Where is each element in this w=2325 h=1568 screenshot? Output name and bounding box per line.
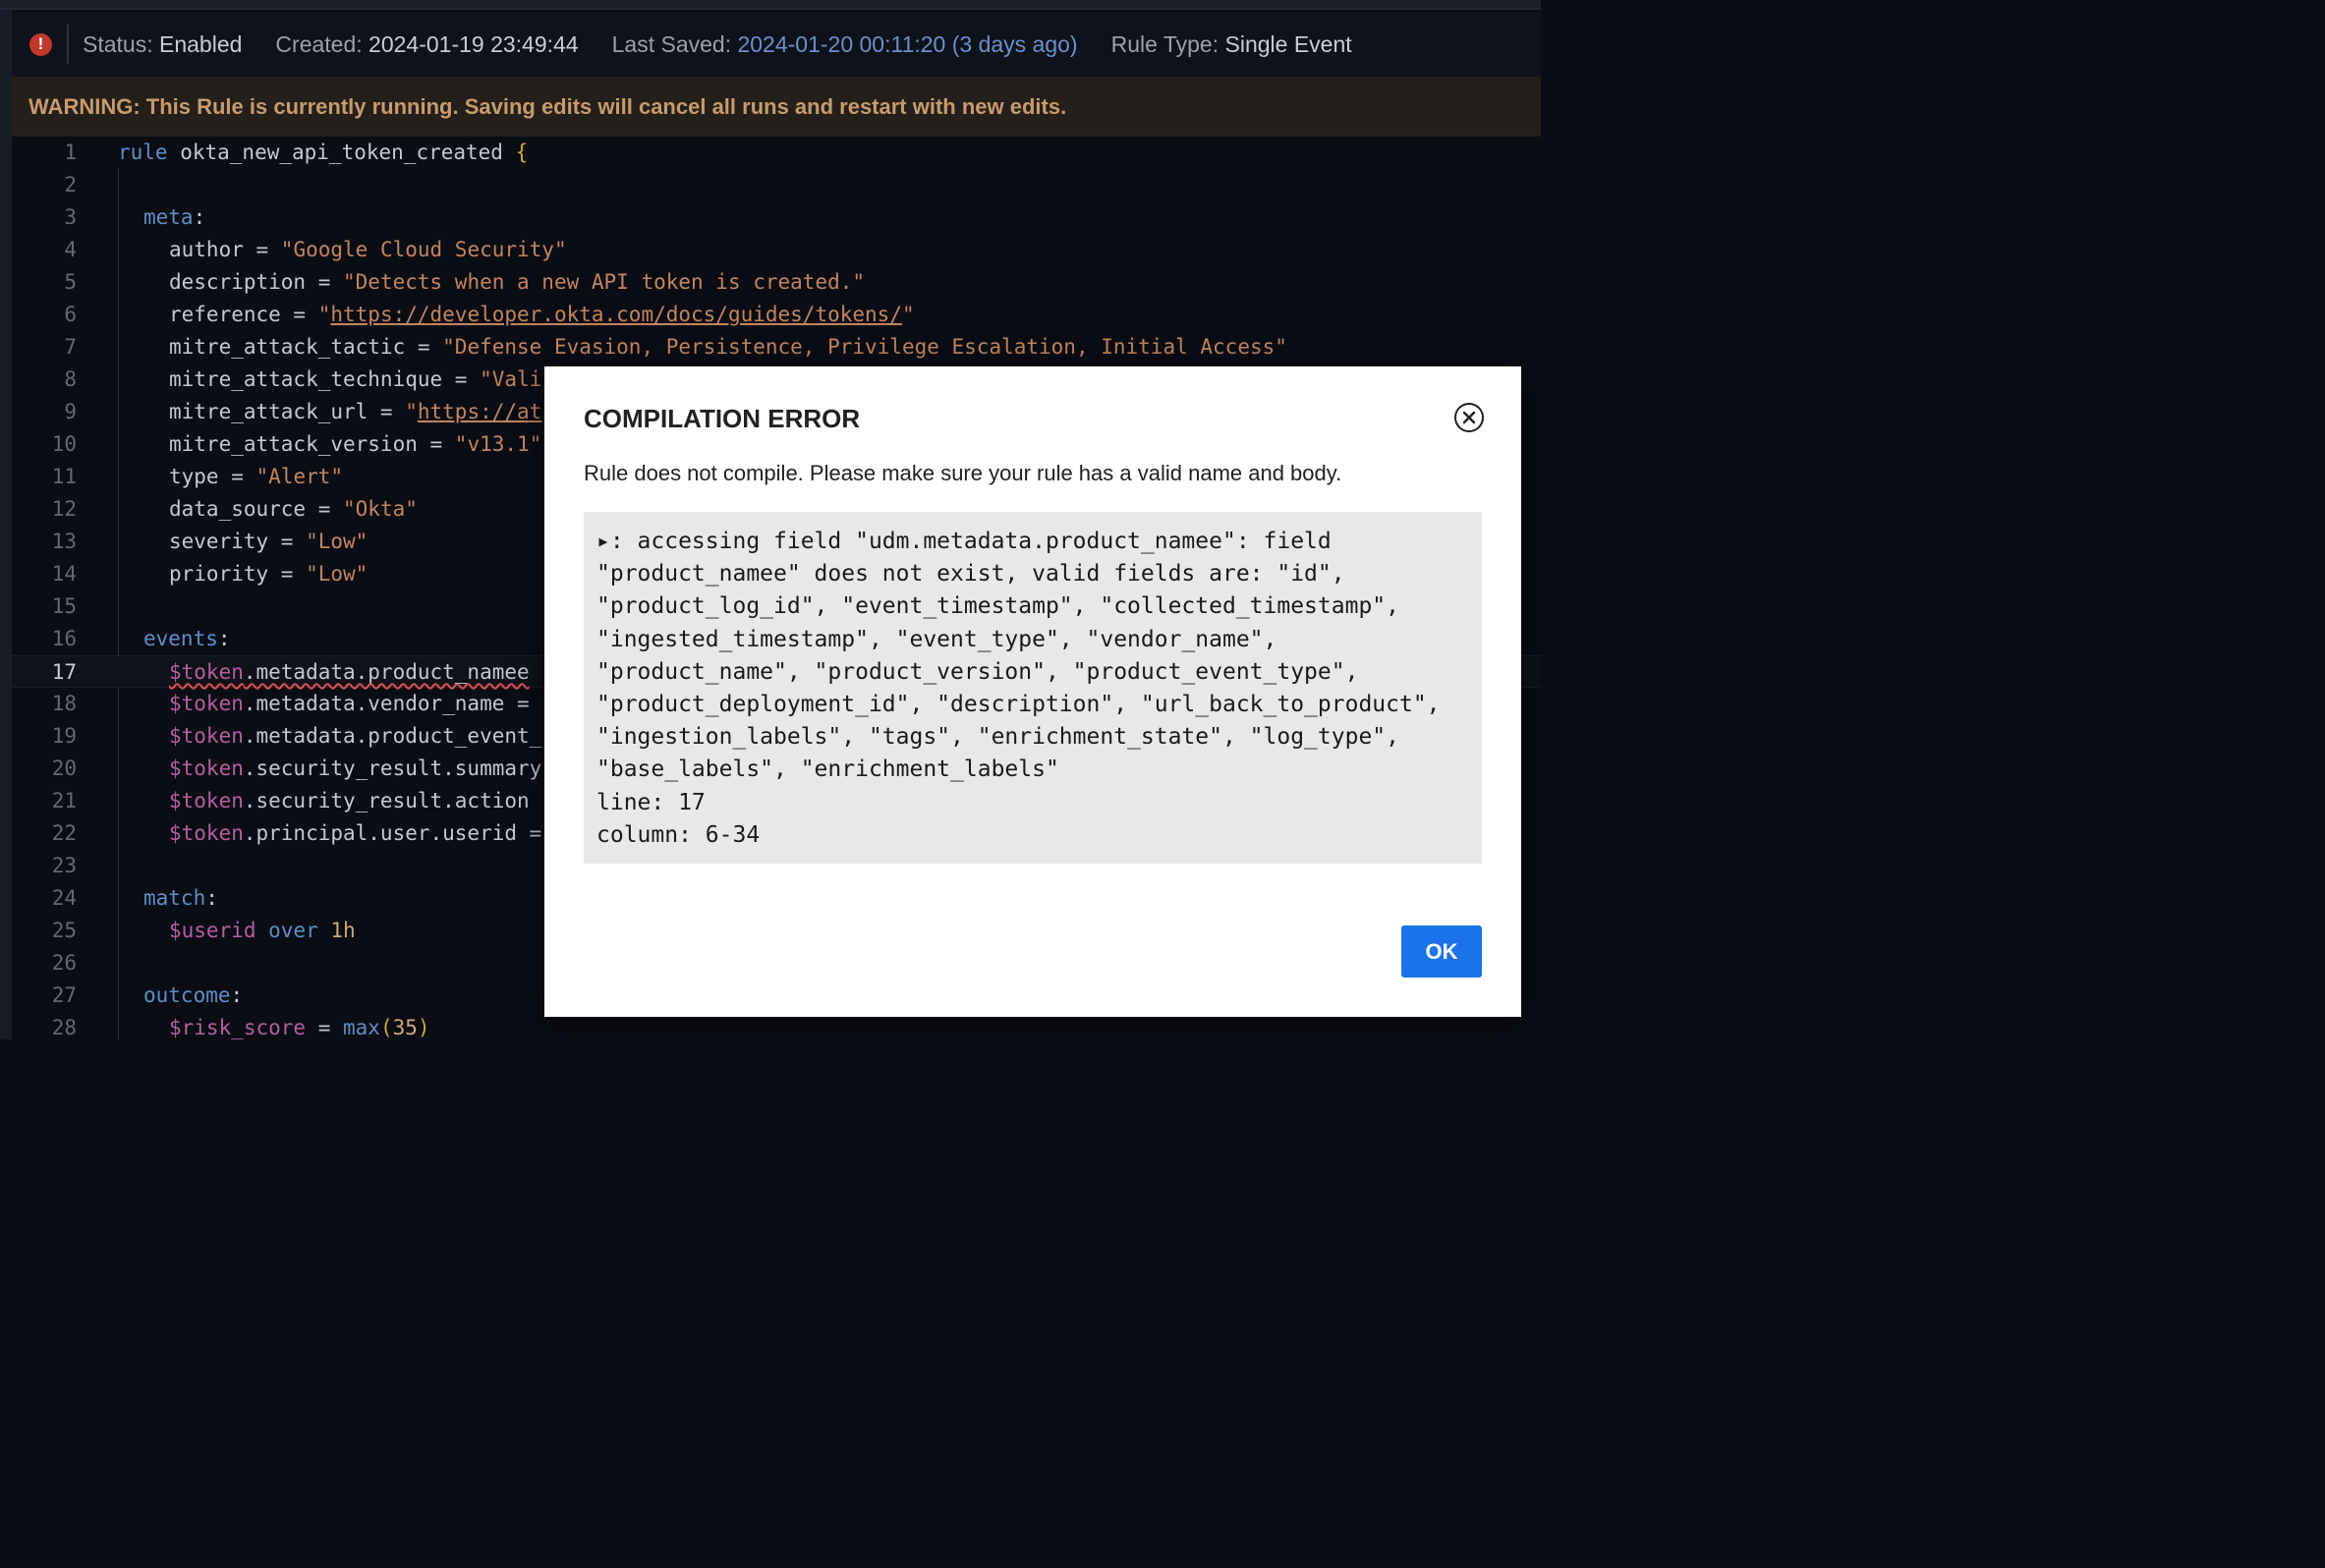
error-details-text: ▸: accessing field "udm.metadata.product… [596, 529, 1441, 848]
line-number: 11 [51, 465, 77, 488]
code-line: 6 reference = "https://developer.okta.com… [12, 299, 1541, 331]
line-number: 28 [51, 1016, 77, 1039]
line-number: 10 [51, 432, 77, 456]
rule-type-item: Rule Type: Single Event [1110, 30, 1352, 57]
ok-button[interactable]: OK [1401, 925, 1482, 978]
code-line: 1 rule okta_new_api_token_created { [12, 137, 1541, 169]
close-x-glyph [1462, 411, 1476, 424]
line-number: 6 [64, 303, 77, 326]
last-saved-item: Last Saved: 2024-01-20 00:11:20 (3 days … [611, 30, 1078, 57]
line-number: 23 [51, 854, 77, 877]
line-number: 16 [51, 627, 77, 650]
reference-link[interactable]: https://developer.okta.com/docs/guides/t… [330, 303, 902, 326]
line-number: 22 [51, 821, 77, 845]
error-details-box: ▸: accessing field "udm.metadata.product… [584, 512, 1482, 864]
line-number: 15 [51, 594, 77, 618]
line-number: 21 [51, 789, 77, 812]
code-line: 3 meta: [12, 201, 1541, 234]
line-number: 3 [64, 205, 77, 229]
line-number: 12 [51, 497, 77, 521]
line-number: 19 [51, 724, 77, 748]
top-border [0, 0, 1541, 10]
code-line: 7 mitre_attack_tactic = "Defense Evasion,… [12, 331, 1541, 364]
code-line: 2 [12, 169, 1541, 201]
line-number: 27 [51, 983, 77, 1007]
line-number: 2 [64, 173, 77, 196]
created-value: 2024-01-19 23:49:44 [369, 30, 579, 57]
created-item: Created: 2024-01-19 23:49:44 [275, 30, 579, 57]
rule-status-bar: ! Status: Enabled Created: 2024-01-19 23… [12, 12, 1541, 77]
line-number: 1 [64, 140, 77, 164]
line-number: 4 [64, 238, 77, 261]
line-number: 14 [51, 562, 77, 586]
status-value: Enabled [159, 30, 243, 57]
left-panel-edge [0, 10, 12, 1039]
status-divider [67, 25, 69, 64]
line-number: 9 [64, 400, 77, 423]
line-number: 24 [51, 886, 77, 910]
line-number: 8 [64, 367, 77, 391]
rule-type-value: Single Event [1224, 30, 1352, 57]
mitre-link[interactable]: https://at [418, 400, 541, 423]
dialog-title: COMPILATION ERROR [584, 404, 861, 433]
running-warning-banner: WARNING: This Rule is currently running.… [12, 77, 1541, 137]
error-squiggle: $token.metadata.product_namee [169, 660, 530, 684]
close-icon[interactable] [1454, 403, 1484, 432]
line-number: 7 [64, 335, 77, 359]
status-item: Status: Enabled [83, 30, 243, 57]
error-alert-icon[interactable]: ! [29, 32, 52, 56]
line-number: 17 [51, 660, 77, 684]
line-number: 5 [64, 270, 77, 294]
last-saved-link[interactable]: 2024-01-20 00:11:20 (3 days ago) [737, 31, 1077, 57]
line-number: 20 [51, 756, 77, 780]
code-line: 4 author = "Google Cloud Security" [12, 234, 1541, 266]
dialog-message: Rule does not compile. Please make sure … [584, 461, 1342, 485]
line-number: 25 [51, 919, 77, 942]
compilation-error-dialog: COMPILATION ERROR Rule does not compile.… [544, 366, 1521, 1017]
line-number: 26 [51, 951, 77, 975]
line-number: 13 [51, 530, 77, 553]
line-number: 18 [51, 692, 77, 715]
code-line: 5 description = "Detects when a new API t… [12, 266, 1541, 299]
